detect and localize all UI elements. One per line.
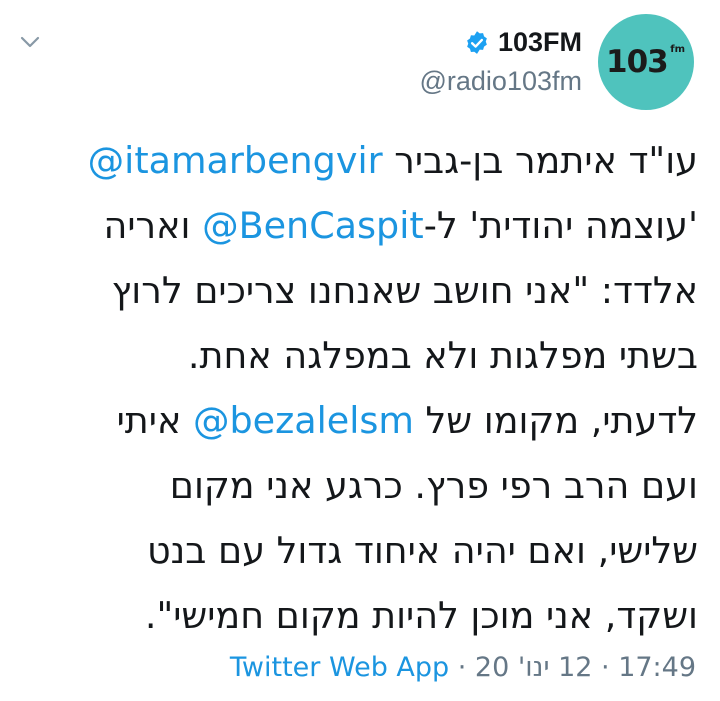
tweet-header: 103FM @radio103fm 103 fm	[420, 14, 694, 110]
meta-separator: ·	[449, 652, 475, 683]
author-names: 103FM @radio103fm	[420, 27, 583, 97]
tweet-line: בשתי מפלגות ולא במפלגה אחת.	[20, 323, 698, 388]
tweet-line: 'עוצמה יהודית' ל-@BenCaspit ואריה	[20, 193, 699, 258]
avatar-logo-suffix: fm	[670, 44, 685, 55]
mention-link[interactable]: @BenCaspit	[202, 204, 424, 247]
tweet-text-segment: ועם הרב רפי פרץ. כרגע אני מקום	[169, 464, 698, 507]
tweet-meta: 17:49 · 12 ינו' 20 · Twitter Web App	[230, 652, 696, 683]
tweet-line: ושקד, אני מוכן להיות מקום חמישי".	[20, 583, 698, 648]
tweet-text-segment: ואריה	[103, 204, 203, 247]
avatar-logo-text: 103	[606, 44, 669, 80]
tweet-text-segment: 'עוצמה יהודית' ל-	[423, 204, 698, 247]
tweet-line: עו"ד איתמר בן-גביר @itamarbengvir	[20, 128, 698, 193]
name-row: 103FM	[464, 27, 582, 58]
tweet-line: ועם הרב רפי פרץ. כרגע אני מקום	[20, 453, 698, 518]
user-handle[interactable]: @radio103fm	[420, 66, 583, 97]
tweet-text-segment: שלישי, ואם יהיה איחוד גדול עם בנט	[147, 529, 698, 572]
tweet-text: עו"ד איתמר בן-גביר @itamarbengvir 'עוצמה …	[0, 128, 720, 648]
tweet-text-segment: בשתי מפלגות ולא במפלגה אחת.	[187, 334, 698, 377]
avatar[interactable]: 103 fm	[598, 14, 694, 110]
tweet-line: לדעתי, מקומו של @bezalelsm איתי	[20, 388, 698, 453]
mention-link[interactable]: @bezalelsm	[193, 399, 414, 442]
tweet-line: שלישי, ואם יהיה איחוד גדול עם בנט	[20, 518, 698, 583]
tweet-source-link[interactable]: Twitter Web App	[230, 652, 449, 683]
chevron-down-icon[interactable]	[18, 32, 42, 52]
tweet-text-segment: לדעתי, מקומו של	[413, 399, 698, 442]
tweet-time[interactable]: 17:49	[618, 652, 696, 683]
tweet-text-segment: עו"ד איתמר בן-גביר	[382, 139, 698, 182]
tweet-text-segment: אלדד: "אני חושב שאנחנו צריכים לרוץ	[111, 269, 698, 312]
tweet-text-segment: ושקד, אני מוכן להיות מקום חמישי".	[144, 594, 698, 637]
tweet-date[interactable]: 12 ינו' 20	[475, 652, 593, 683]
meta-separator: ·	[592, 652, 619, 683]
display-name[interactable]: 103FM	[498, 27, 582, 58]
tweet-line: אלדד: "אני חושב שאנחנו צריכים לרוץ	[20, 258, 698, 323]
tweet-text-segment: איתי	[116, 399, 193, 442]
verified-badge-icon	[467, 30, 487, 54]
mention-link[interactable]: @itamarbengvir	[88, 139, 383, 182]
